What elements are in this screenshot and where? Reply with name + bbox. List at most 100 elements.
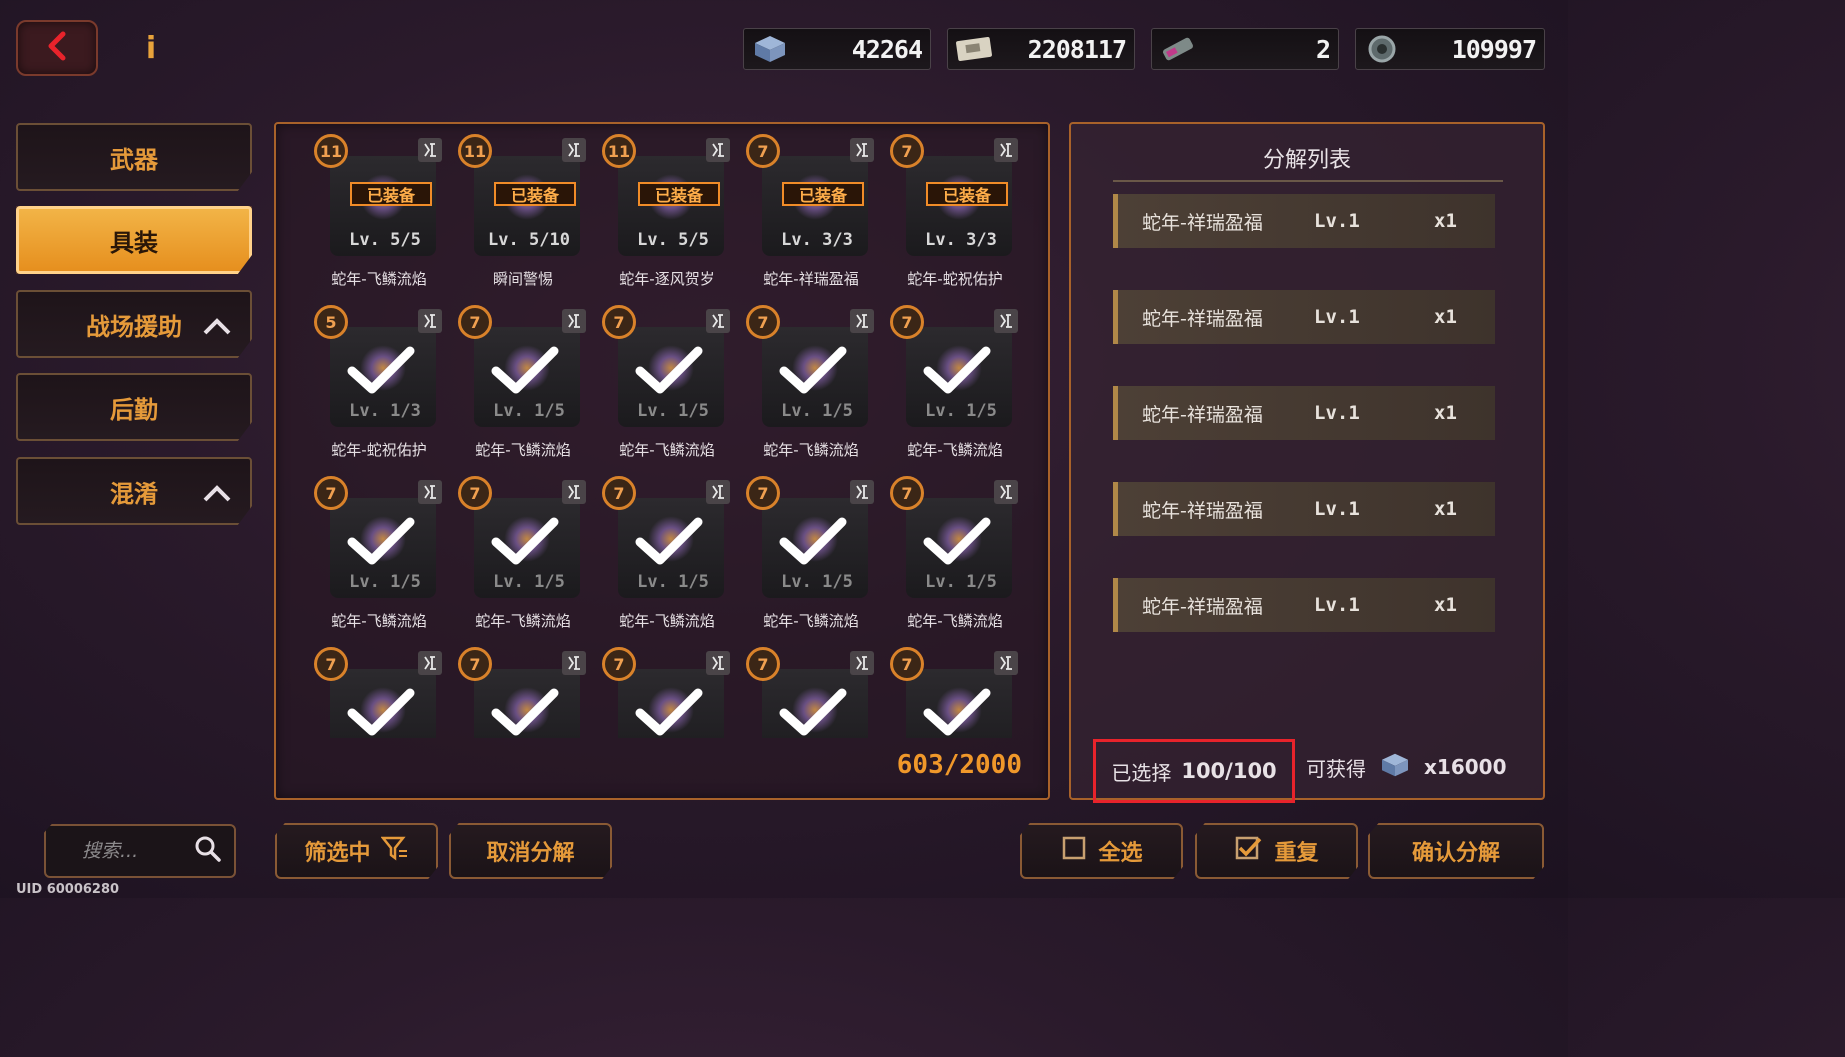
equipped-tag: 已装备 xyxy=(494,182,576,206)
inventory-item[interactable]: 7 Lv. 1/5 蛇年-飞鳞流焰 xyxy=(312,476,442,640)
tab-label: 战场援助 xyxy=(86,312,182,341)
item-name: 蛇年-飞鳞流焰 xyxy=(619,441,715,459)
rarity-badge: 11 xyxy=(458,134,492,168)
check-icon xyxy=(347,688,415,736)
search-input[interactable] xyxy=(82,840,194,862)
cancel-decompose-button[interactable]: 取消分解 xyxy=(449,823,612,879)
lock-icon[interactable] xyxy=(706,480,730,504)
decompose-row-qty: x1 xyxy=(1434,498,1457,520)
info-button[interactable]: i xyxy=(140,30,162,66)
rarity-badge: 11 xyxy=(602,134,636,168)
inventory-item[interactable]: 7 Lv. 1/5 蛇年-飞鳞流焰 xyxy=(744,305,874,469)
item-name: 蛇年-飞鳞流焰 xyxy=(475,612,571,630)
decompose-row-level: Lv.1 xyxy=(1314,402,1360,424)
inventory-item[interactable]: 7 Lv. 1/5 蛇年-飞鳞流焰 xyxy=(888,305,1018,469)
tab-logistics[interactable]: 后勤 xyxy=(16,373,252,441)
reset-label: 重复 xyxy=(1274,841,1319,866)
lock-icon[interactable] xyxy=(706,651,730,675)
rarity-badge: 7 xyxy=(890,647,924,681)
inventory-panel: 11 已装备 Lv. 5/5 蛇年-飞鳞流焰 11 已装备 Lv. 5/10 瞬间警惕 11 已装… xyxy=(274,122,1050,800)
item-name: 蛇年-蛇祝佑护 xyxy=(331,441,427,459)
inventory-item[interactable]: 7 xyxy=(312,647,442,738)
lock-icon[interactable] xyxy=(706,138,730,162)
lock-icon[interactable] xyxy=(706,309,730,333)
lock-icon[interactable] xyxy=(850,138,874,162)
lock-icon[interactable] xyxy=(850,480,874,504)
inventory-item[interactable]: 7 Lv. 1/5 蛇年-飞鳞流焰 xyxy=(744,476,874,640)
lock-icon[interactable] xyxy=(562,651,586,675)
decompose-row-name: 蛇年-祥瑞盈福 xyxy=(1142,499,1263,522)
lock-icon[interactable] xyxy=(994,309,1018,333)
inventory-item[interactable]: 7 Lv. 1/5 蛇年-飞鳞流焰 xyxy=(888,476,1018,640)
tab-obfuscation[interactable]: 混淆 xyxy=(16,457,252,525)
search-box[interactable] xyxy=(44,824,236,878)
inventory-item[interactable]: 7 xyxy=(456,647,586,738)
lock-icon[interactable] xyxy=(994,480,1018,504)
inventory-item[interactable]: 7 已装备 Lv. 3/3 蛇年-祥瑞盈福 xyxy=(744,134,874,298)
equipped-tag: 已装备 xyxy=(782,182,864,206)
inventory-item[interactable]: 11 已装备 Lv. 5/5 蛇年-逐风贺岁 xyxy=(600,134,730,298)
lock-icon[interactable] xyxy=(418,309,442,333)
search-icon[interactable] xyxy=(194,835,222,867)
ore-crate-icon xyxy=(744,28,796,70)
inventory-grid: 11 已装备 Lv. 5/5 蛇年-飞鳞流焰 11 已装备 Lv. 5/10 瞬间警惕 11 已装… xyxy=(296,134,1032,738)
selected-count: 已选择 100/100 xyxy=(1093,739,1295,803)
decompose-row[interactable]: 蛇年-祥瑞盈福 Lv.1 x1 xyxy=(1113,290,1495,344)
chevron-up-icon xyxy=(202,481,232,509)
inventory-item[interactable]: 7 xyxy=(600,647,730,738)
lock-icon[interactable] xyxy=(994,138,1018,162)
check-icon xyxy=(779,517,847,565)
rarity-badge: 7 xyxy=(890,305,924,339)
decompose-row[interactable]: 蛇年-祥瑞盈福 Lv.1 x1 xyxy=(1113,578,1495,632)
filter-button[interactable]: 筛选中 xyxy=(275,823,438,879)
inventory-item[interactable]: 7 xyxy=(888,647,1018,738)
inventory-item[interactable]: 11 已装备 Lv. 5/5 蛇年-飞鳞流焰 xyxy=(312,134,442,298)
lock-icon[interactable] xyxy=(562,138,586,162)
lock-icon[interactable] xyxy=(418,138,442,162)
decompose-row-name: 蛇年-祥瑞盈福 xyxy=(1142,307,1263,330)
item-name: 蛇年-飞鳞流焰 xyxy=(475,441,571,459)
lock-icon[interactable] xyxy=(418,651,442,675)
lock-icon[interactable] xyxy=(994,651,1018,675)
item-name: 蛇年-逐风贺岁 xyxy=(619,270,715,288)
tab-gear[interactable]: 具装 xyxy=(16,206,252,274)
lock-icon[interactable] xyxy=(850,651,874,675)
check-icon xyxy=(491,517,559,565)
tab-battlefield-support[interactable]: 战场援助 xyxy=(16,290,252,358)
currency-chip-value: 2 xyxy=(1315,34,1331,64)
rarity-badge: 7 xyxy=(314,647,348,681)
check-icon xyxy=(923,517,991,565)
confirm-decompose-button[interactable]: 确认分解 xyxy=(1368,823,1544,879)
ticket-icon xyxy=(948,28,1000,70)
decompose-row[interactable]: 蛇年-祥瑞盈福 Lv.1 x1 xyxy=(1113,194,1495,248)
item-level: Lv. 1/3 xyxy=(349,401,421,421)
decompose-row-level: Lv.1 xyxy=(1314,498,1360,520)
tab-weapons[interactable]: 武器 xyxy=(16,123,252,191)
tab-label: 后勤 xyxy=(110,395,158,424)
rarity-badge: 7 xyxy=(458,305,492,339)
decompose-title: 分解列表 xyxy=(1262,148,1351,173)
currency-ore: 42264 xyxy=(743,28,931,70)
lock-icon[interactable] xyxy=(418,480,442,504)
lock-icon[interactable] xyxy=(562,480,586,504)
decompose-row[interactable]: 蛇年-祥瑞盈福 Lv.1 x1 xyxy=(1113,386,1495,440)
decompose-row-name: 蛇年-祥瑞盈福 xyxy=(1142,595,1263,618)
inventory-item[interactable]: 7 Lv. 1/5 蛇年-飞鳞流焰 xyxy=(600,476,730,640)
back-button[interactable] xyxy=(16,20,98,76)
inventory-count: 603/2000 xyxy=(896,750,1022,780)
inventory-item[interactable]: 7 Lv. 1/5 蛇年-飞鳞流焰 xyxy=(456,305,586,469)
decompose-row[interactable]: 蛇年-祥瑞盈福 Lv.1 x1 xyxy=(1113,482,1495,536)
inventory-item[interactable]: 7 已装备 Lv. 3/3 蛇年-蛇祝佑护 xyxy=(888,134,1018,298)
check-icon xyxy=(923,688,991,736)
item-name: 蛇年-祥瑞盈福 xyxy=(763,270,859,288)
inventory-item[interactable]: 7 xyxy=(744,647,874,738)
inventory-item[interactable]: 5 Lv. 1/3 蛇年-蛇祝佑护 xyxy=(312,305,442,469)
reset-button[interactable]: 重复 xyxy=(1195,823,1358,879)
decompose-row-qty: x1 xyxy=(1434,306,1457,328)
inventory-item[interactable]: 7 Lv. 1/5 蛇年-飞鳞流焰 xyxy=(456,476,586,640)
lock-icon[interactable] xyxy=(562,309,586,333)
lock-icon[interactable] xyxy=(850,309,874,333)
inventory-item[interactable]: 7 Lv. 1/5 蛇年-飞鳞流焰 xyxy=(600,305,730,469)
inventory-item[interactable]: 11 已装备 Lv. 5/10 瞬间警惕 xyxy=(456,134,586,298)
select-all-button[interactable]: 全选 xyxy=(1020,823,1183,879)
